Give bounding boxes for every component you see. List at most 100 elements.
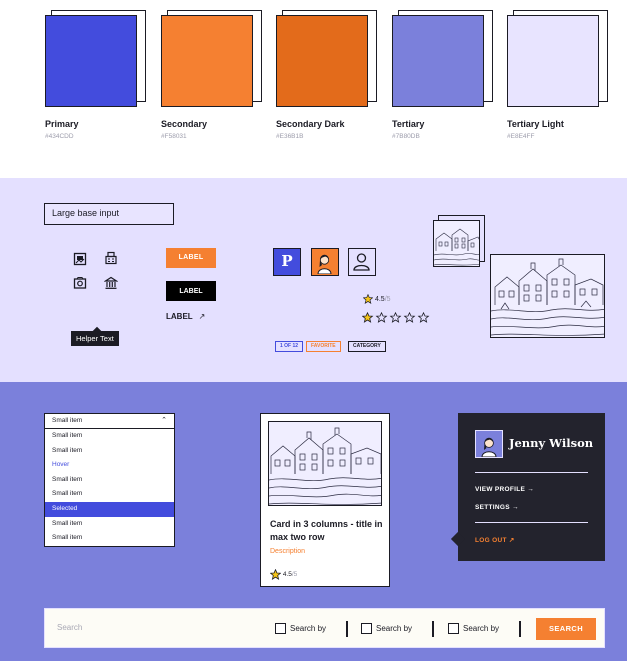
menu-divider (475, 522, 588, 523)
star-outline-icon[interactable] (417, 311, 430, 323)
checkbox-label: Search by (290, 624, 327, 633)
helper-tooltip: Helper Text (71, 331, 119, 346)
arrow-up-right-icon: ↗ (198, 312, 206, 321)
checkbox-label: Search by (376, 624, 413, 633)
dropdown-selected-value: Small item (52, 417, 83, 424)
dropdown-option[interactable]: Small item (45, 444, 174, 459)
swatch-color (45, 15, 137, 107)
search-by-checkbox[interactable]: Search by (448, 623, 499, 635)
card-title: Card in 3 columns - title in max two row (270, 519, 383, 542)
dropdown-trigger[interactable]: Small item ⌃ (45, 414, 174, 429)
chevron-up-icon: ⌃ (161, 417, 167, 424)
avatar-image[interactable] (311, 248, 339, 276)
avatar[interactable] (475, 430, 503, 458)
divider (519, 621, 521, 637)
dropdown-option-hover[interactable]: Hover (45, 458, 174, 473)
swatch-name: Secondary (161, 119, 208, 129)
link-label-button[interactable]: LABEL ↗ (166, 312, 205, 321)
rating-value: 4.5 (374, 295, 385, 303)
menu-item-label: LOG OUT (475, 537, 507, 544)
card-description: Description (270, 548, 306, 555)
divider (346, 621, 348, 637)
search-button[interactable]: SEARCH (536, 618, 596, 640)
townhouse-illustration-icon (269, 427, 381, 505)
large-base-input[interactable]: Large base input (44, 203, 174, 225)
menu-item-label: VIEW PROFILE (475, 486, 526, 493)
primary-label-button[interactable]: LABEL (166, 248, 216, 268)
dropdown-option[interactable]: Small item (45, 487, 174, 502)
arrow-right-icon: → (527, 486, 535, 493)
swatch-color (507, 15, 599, 107)
image-thumbnail-stack (433, 215, 485, 267)
swatch-name: Primary (45, 119, 79, 129)
rating-total: /5 (384, 295, 391, 303)
tag-favorite[interactable]: FAVORITE (306, 341, 341, 352)
card-image (268, 421, 382, 506)
image-illustration (490, 254, 605, 338)
menu-divider (475, 472, 588, 473)
search-by-checkbox[interactable]: Search by (361, 623, 412, 635)
star-outline-icon[interactable] (389, 311, 402, 323)
star-filled-icon (270, 569, 281, 580)
townhouse-illustration-icon (491, 258, 604, 336)
checkbox-box[interactable] (275, 623, 286, 634)
card-rating: 4.5/5 (270, 569, 297, 580)
camera-icon (73, 277, 87, 289)
swatch-name: Tertiary (392, 119, 425, 129)
card-rating-value: 4.5 (282, 571, 292, 579)
settings-link[interactable]: SETTINGS → (475, 504, 519, 511)
swatch-hex: #F58031 (161, 133, 187, 140)
swatch-hex: #7B80DB (392, 133, 420, 140)
secondary-label-button[interactable]: LABEL (166, 281, 216, 301)
user-icon (353, 253, 370, 271)
swatch-name: Secondary Dark (276, 119, 345, 129)
dropdown-option[interactable]: Small item (45, 473, 174, 488)
swatch-name: Tertiary Light (507, 119, 564, 129)
dropdown-menu[interactable]: Small item ⌃ Small item Small item Hover… (44, 413, 175, 547)
star-rating-input[interactable] (361, 310, 432, 328)
bank-icon (104, 276, 118, 289)
rating-small: 4.5/5 (363, 294, 391, 304)
swatch-hex: #E8E4FF (507, 133, 535, 140)
card-rating-total: /5 (291, 571, 298, 579)
dropdown-option[interactable]: Small item (45, 531, 174, 546)
search-bar: Search Search by Search by Search by SEA… (44, 608, 605, 648)
search-by-checkbox[interactable]: Search by (275, 623, 326, 635)
components-section-light: Large base input Helper Text LABEL LABEL… (0, 178, 627, 382)
view-profile-link[interactable]: VIEW PROFILE → (475, 486, 534, 493)
swatch-color (392, 15, 484, 107)
star-outline-icon[interactable] (403, 311, 416, 323)
search-input[interactable]: Search (57, 623, 82, 632)
building-icon (105, 251, 117, 265)
checkbox-box[interactable] (361, 623, 372, 634)
tag-category[interactable]: CATEGORY (348, 341, 386, 352)
color-palette: Primary #434CDD Secondary #F58031 Second… (0, 0, 627, 178)
dropdown-option[interactable]: Small item (45, 517, 174, 532)
star-outline-icon[interactable] (375, 311, 388, 323)
menu-item-label: SETTINGS (475, 504, 510, 511)
profile-user-name: Jenny Wilson (509, 436, 594, 450)
swatch-hex: #E36B1B (276, 133, 304, 140)
swatch-hex: #434CDD (45, 133, 74, 140)
dropdown-option-selected[interactable]: Selected (45, 501, 174, 517)
star-filled-icon (363, 294, 373, 304)
checkbox-box[interactable] (448, 623, 459, 634)
star-filled-icon[interactable] (361, 311, 374, 323)
person-illustration-icon (481, 437, 497, 457)
link-label: LABEL (166, 312, 193, 321)
content-card[interactable]: Card in 3 columns - title in max two row… (260, 413, 390, 587)
swatch-color (276, 15, 368, 107)
log-out-link[interactable]: LOG OUT ↗ (475, 536, 515, 544)
arrow-right-icon: → (512, 504, 519, 511)
avatar-placeholder[interactable] (348, 248, 376, 276)
divider (432, 621, 434, 637)
person-illustration-icon (317, 254, 332, 275)
checkbox-label: Search by (463, 624, 500, 633)
image-icon (73, 252, 87, 266)
dropdown-option[interactable]: Small item (45, 429, 174, 444)
profile-menu: Jenny Wilson VIEW PROFILE → SETTINGS → L… (450, 413, 605, 561)
townhouse-illustration-icon (434, 228, 479, 266)
arrow-up-right-icon: ↗ (508, 537, 515, 544)
swatch-color (161, 15, 253, 107)
avatar-letter[interactable]: P (273, 248, 301, 276)
